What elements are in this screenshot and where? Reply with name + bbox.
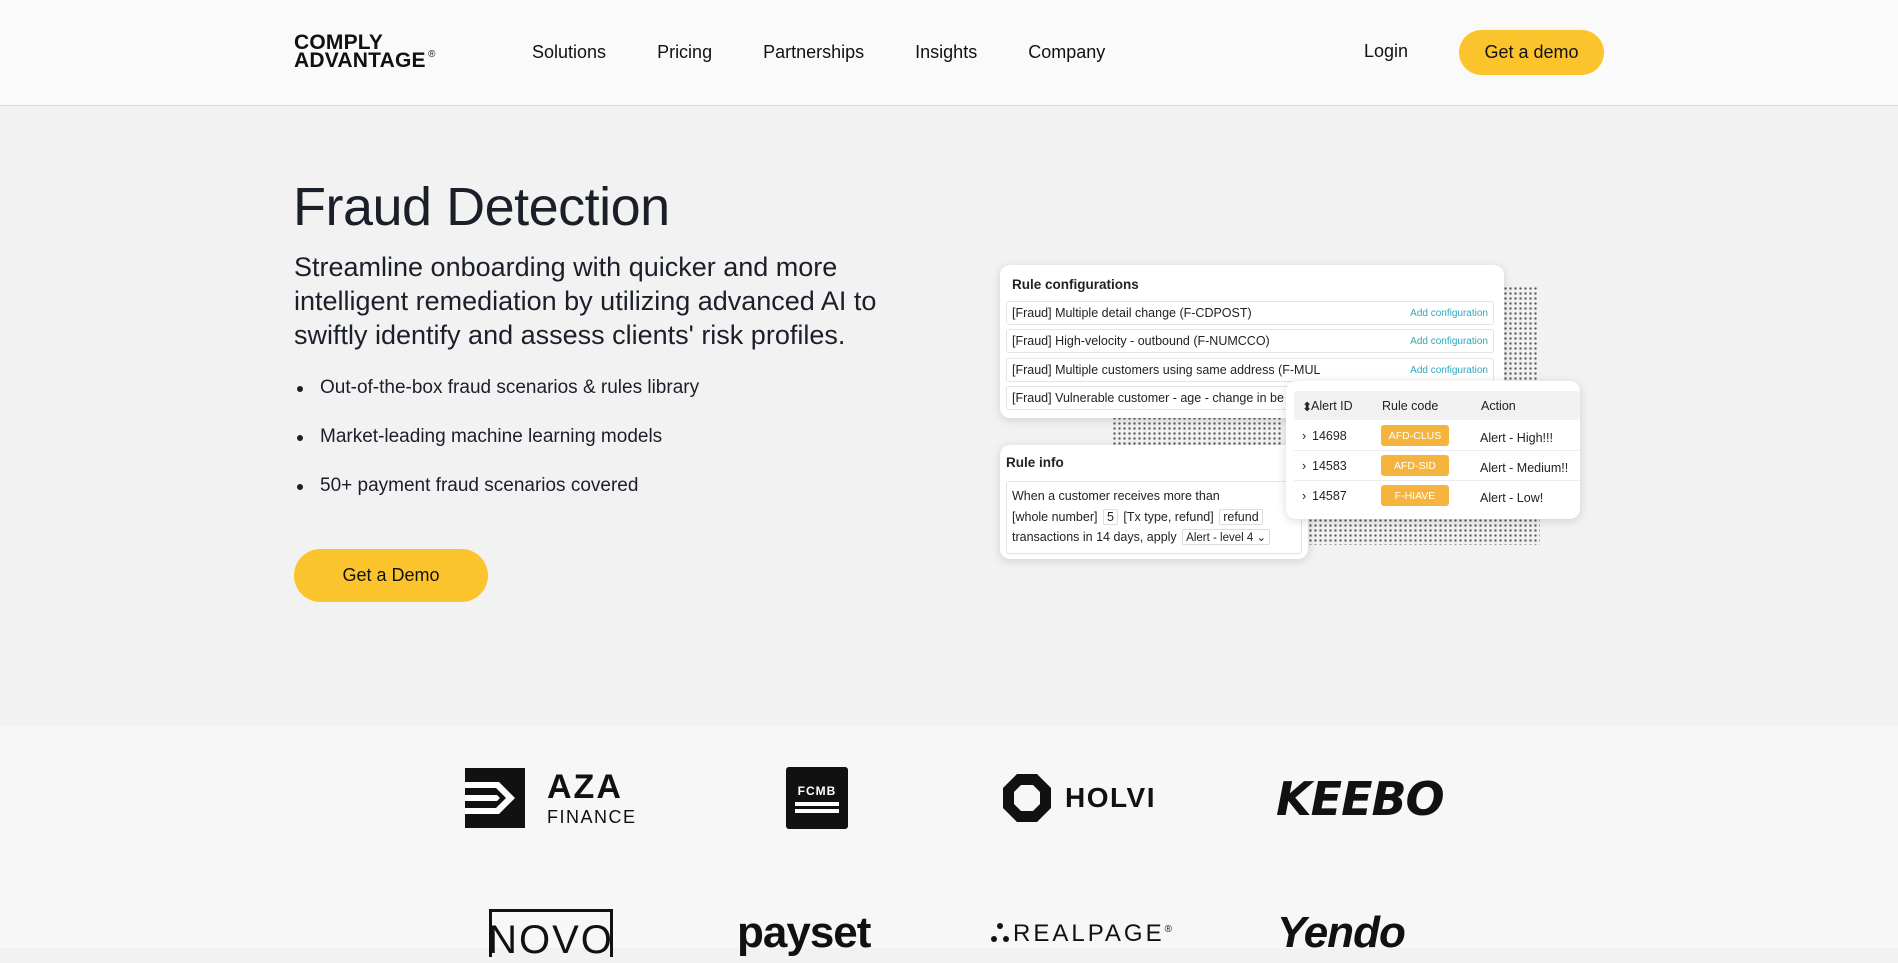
page-title: Fraud Detection	[293, 177, 670, 237]
rule-code-tag: AFD-SID	[1381, 455, 1449, 476]
alert-level-select[interactable]: Alert - level 4 ⌄	[1182, 529, 1271, 545]
rule-configurations-title: Rule configurations	[1012, 277, 1139, 292]
feature-item: 50+ payment fraud scenarios covered	[294, 475, 699, 524]
alert-row[interactable]: › 14698 AFD-CLUS Alert - High!!!	[1294, 421, 1580, 451]
alert-row[interactable]: › 14587 F-HIAVE Alert - Low!	[1294, 481, 1580, 511]
aza-wordmark: AZA FINANCE	[547, 770, 637, 826]
hero-demo-button[interactable]: Get a Demo	[294, 549, 488, 602]
rule-label: [Fraud] Multiple customers using same ad…	[1012, 363, 1321, 377]
alert-level-value: Alert - level 4	[1186, 532, 1254, 544]
novo-logo: NOVO	[488, 909, 613, 962]
feature-text: 50+ payment fraud scenarios covered	[320, 475, 639, 496]
dot-pattern	[1308, 518, 1540, 545]
alert-id: 14698	[1312, 429, 1347, 443]
add-configuration-link[interactable]: Add configuration	[1410, 365, 1488, 376]
holvi-text: HOLVI	[1065, 782, 1156, 813]
keebo-logo: KEEBO	[1276, 772, 1445, 826]
yendo-text: Yendo	[1277, 908, 1406, 957]
alert-action: Alert - Medium!!	[1480, 461, 1569, 475]
nav-company[interactable]: Company	[1028, 42, 1105, 63]
novo-text: NOVO	[488, 918, 614, 962]
keebo-text: KEEBO	[1276, 772, 1445, 826]
hero-subtitle: Streamline onboarding with quicker and m…	[294, 252, 877, 350]
rule-info-title: Rule info	[1006, 455, 1064, 470]
aza-finance-logo: AZA FINANCE	[465, 768, 637, 828]
login-link[interactable]: Login	[1364, 41, 1408, 62]
fcmb-text: FCMB	[797, 783, 837, 798]
bullet-icon	[297, 484, 303, 490]
alerts-card: ⬍ Alert ID Rule code Action › 14698 AFD-…	[1286, 381, 1580, 519]
rule-info-card: Rule info When a customer receives more …	[1000, 445, 1308, 559]
realpage-dots-icon	[991, 923, 1009, 942]
nav-solutions[interactable]: Solutions	[532, 42, 606, 63]
alert-action: Alert - Low!	[1480, 491, 1544, 505]
realpage-logo: REALPAGE ®	[991, 920, 1172, 948]
column-header: Alert ID	[1311, 399, 1353, 413]
chevron-down-icon: ⌄	[1256, 532, 1267, 544]
rule-row[interactable]: [Fraud] High-velocity - outbound (F-NUMC…	[1006, 329, 1494, 353]
add-configuration-link[interactable]: Add configuration	[1410, 336, 1488, 347]
feature-item: Out-of-the-box fraud scenarios & rules l…	[294, 377, 699, 426]
type-chip[interactable]: refund	[1219, 509, 1263, 525]
fcmb-bar	[795, 808, 839, 813]
bullet-icon	[297, 386, 303, 392]
dot-pattern	[1498, 286, 1538, 381]
chip-label: [whole number]	[1012, 510, 1098, 524]
feature-text: Market-leading machine learning models	[320, 426, 663, 447]
registered-mark: ®	[428, 49, 436, 60]
number-chip[interactable]: 5	[1102, 509, 1118, 525]
alert-id: 14587	[1312, 489, 1347, 503]
rule-info-box: When a customer receives more than [whol…	[1006, 481, 1302, 554]
alerts-table-header: ⬍ Alert ID Rule code Action	[1294, 391, 1580, 420]
top-navigation: COMPLY ADVANTAGE ® Solutions Pricing Par…	[0, 0, 1898, 106]
nav-pricing[interactable]: Pricing	[657, 42, 712, 63]
registered-mark: ®	[1164, 923, 1172, 935]
nav-insights[interactable]: Insights	[915, 42, 977, 63]
chevron-right-icon: ›	[1302, 429, 1307, 443]
get-a-demo-button[interactable]: Get a demo	[1459, 30, 1604, 75]
rule-label: [Fraud] High-velocity - outbound (F-NUMC…	[1012, 334, 1270, 348]
rule-label: [Fraud] Vulnerable customer - age - chan…	[1012, 391, 1284, 405]
finance-text: FINANCE	[547, 807, 637, 827]
payset-logo: payset	[737, 908, 871, 958]
alert-action: Alert - High!!!	[1480, 431, 1553, 445]
bullet-icon	[297, 435, 303, 441]
realpage-text: REALPAGE	[1013, 920, 1165, 947]
aza-arrow-icon	[465, 768, 525, 828]
nav-partnerships[interactable]: Partnerships	[763, 42, 864, 63]
chevron-right-icon: ›	[1302, 489, 1307, 503]
comply-advantage-logo[interactable]: COMPLY ADVANTAGE ®	[294, 32, 435, 72]
add-configuration-link[interactable]: Add configuration	[1410, 308, 1488, 319]
rule-row[interactable]: [Fraud] Multiple customers using same ad…	[1006, 358, 1494, 382]
rule-info-line: When a customer receives more than	[1012, 489, 1220, 503]
chevron-right-icon: ›	[1302, 459, 1307, 473]
fcmb-logo: FCMB	[786, 767, 848, 829]
rule-info-line: transactions in 14 days, apply Alert - l…	[1012, 529, 1272, 545]
rule-label: [Fraud] Multiple detail change (F-CDPOST…	[1012, 306, 1252, 320]
feature-list: Out-of-the-box fraud scenarios & rules l…	[294, 377, 699, 524]
holvi-octagon-icon	[1003, 774, 1051, 822]
fcmb-bar	[795, 801, 839, 806]
feature-item: Market-leading machine learning models	[294, 426, 699, 475]
logo-line-2: ADVANTAGE	[294, 49, 426, 72]
feature-text: Out-of-the-box fraud scenarios & rules l…	[320, 377, 700, 398]
rule-code-tag: F-HIAVE	[1381, 485, 1449, 506]
rule-info-text: transactions in 14 days, apply	[1012, 530, 1177, 544]
column-header: Rule code	[1382, 399, 1439, 413]
yendo-logo: Yendo	[1277, 908, 1406, 958]
rule-row[interactable]: [Fraud] Multiple detail change (F-CDPOST…	[1006, 301, 1494, 325]
customer-logos: AZA FINANCE FCMB HOLVI KEEBO NOVO payset…	[0, 726, 1898, 962]
chip-label: [Tx type, refund]	[1123, 510, 1214, 524]
aza-text: AZA	[547, 768, 623, 806]
dot-pattern	[1112, 416, 1282, 446]
rule-code-tag: AFD-CLUS	[1381, 425, 1449, 446]
alert-row[interactable]: › 14583 AFD-SID Alert - Medium!!	[1294, 451, 1580, 481]
alert-id: 14583	[1312, 459, 1347, 473]
column-header: Action	[1481, 399, 1516, 413]
payset-text: payset	[737, 908, 871, 957]
nav-links: Solutions Pricing Partnerships Insights …	[532, 0, 1156, 104]
rule-info-line: [whole number] 5 [Tx type, refund] refun…	[1012, 509, 1265, 525]
holvi-logo: HOLVI	[1001, 772, 1156, 824]
